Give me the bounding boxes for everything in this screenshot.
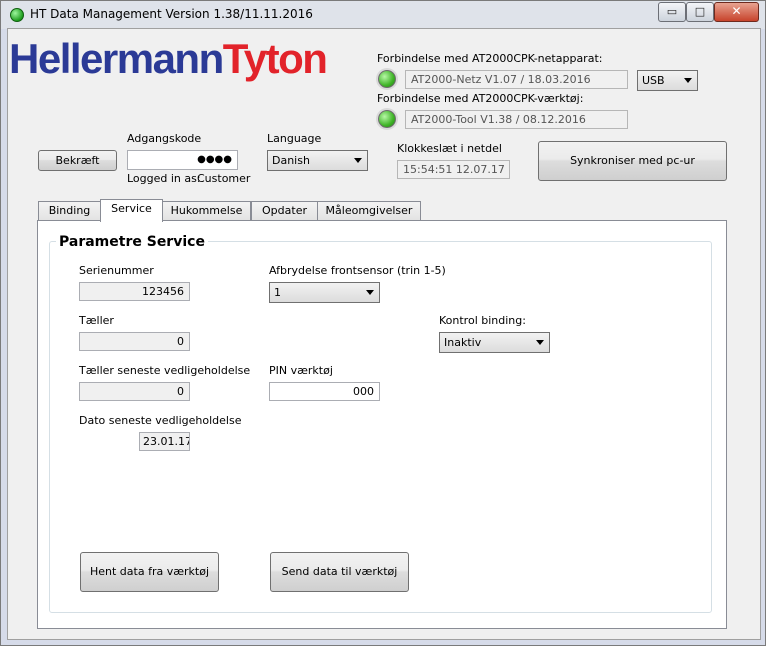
language-select-value: Danish (272, 154, 310, 167)
port-select-value: USB (642, 74, 665, 87)
netapparat-status-icon (378, 70, 396, 88)
logged-in-user: Customer (197, 172, 251, 185)
counter-maintenance-field: 0 (79, 382, 190, 401)
language-label: Language (267, 132, 322, 145)
hellermanntyton-logo: HellermannTyton (9, 35, 328, 82)
send-data-button[interactable]: Send data til værktøj (270, 552, 409, 592)
close-button[interactable]: ✕ (714, 2, 759, 22)
confirm-button[interactable]: Bekræft (38, 150, 117, 171)
clock-field: 15:54:51 12.07.17 (397, 160, 510, 179)
service-tab-panel: Parametre Service Serienummer 123456 Tæl… (37, 220, 727, 629)
control-binding-select[interactable]: Inaktiv (439, 332, 550, 353)
serial-field: 123456 (79, 282, 190, 301)
tool-label: Forbindelse med AT2000CPK-værktøj: (377, 92, 584, 105)
clock-label: Klokkeslæt i netdel (397, 142, 502, 155)
chevron-down-icon (366, 290, 374, 295)
logo-part-tyton: Tyton (222, 35, 328, 82)
counter-label: Tæller (79, 314, 114, 327)
minimize-button[interactable]: ▭ (658, 2, 686, 22)
title-bar: HT Data Management Version 1.38/11.11.20… (1, 1, 765, 29)
fetch-data-button[interactable]: Hent data fra værktøj (80, 552, 219, 592)
chevron-down-icon (684, 78, 692, 83)
sync-clock-button[interactable]: Synkroniser med pc-ur (538, 141, 727, 181)
logo-part-hellermann: Hellermann (9, 35, 224, 82)
front-sensor-label: Afbrydelse frontsensor (trin 1-5) (269, 264, 446, 277)
netapparat-label: Forbindelse med AT2000CPK-netapparat: (377, 52, 603, 65)
control-binding-select-value: Inaktiv (444, 336, 482, 349)
password-label: Adgangskode (127, 132, 202, 145)
counter-field: 0 (79, 332, 190, 351)
port-select[interactable]: USB (637, 70, 698, 91)
counter-maintenance-label: Tæller seneste vedligeholdelse (79, 364, 251, 377)
logged-in-label: Logged in as: (127, 172, 201, 185)
front-sensor-select-value: 1 (274, 286, 281, 299)
app-status-icon (10, 8, 24, 22)
serial-label: Serienummer (79, 264, 154, 277)
tab-opdater[interactable]: Opdater (251, 201, 318, 221)
front-sensor-select[interactable]: 1 (269, 282, 380, 303)
tool-version-field: AT2000-Tool V1.38 / 08.12.2016 (405, 110, 628, 129)
window-title: HT Data Management Version 1.38/11.11.20… (30, 7, 313, 21)
maximize-button[interactable]: □ (686, 2, 714, 22)
date-maintenance-field: 23.01.17 (139, 432, 190, 451)
pin-input[interactable]: 000 (269, 382, 380, 401)
date-maintenance-label: Dato seneste vedligeholdelse (79, 414, 242, 427)
tab-binding[interactable]: Binding (38, 201, 101, 221)
chevron-down-icon (536, 340, 544, 345)
tab-maaleomgivelser[interactable]: Måleomgivelser (317, 201, 421, 221)
tool-status-icon (378, 110, 396, 128)
chevron-down-icon (354, 158, 362, 163)
parameters-group-title: Parametre Service (56, 234, 208, 250)
pin-label: PIN værktøj (269, 364, 333, 377)
netapparat-version-field: AT2000-Netz V1.07 / 18.03.2016 (405, 70, 628, 89)
language-select[interactable]: Danish (267, 150, 368, 171)
control-binding-label: Kontrol binding: (439, 314, 526, 327)
password-input[interactable]: ●●●● (127, 150, 238, 170)
tab-service[interactable]: Service (100, 199, 163, 222)
tab-hukommelse[interactable]: Hukommelse (162, 201, 251, 221)
